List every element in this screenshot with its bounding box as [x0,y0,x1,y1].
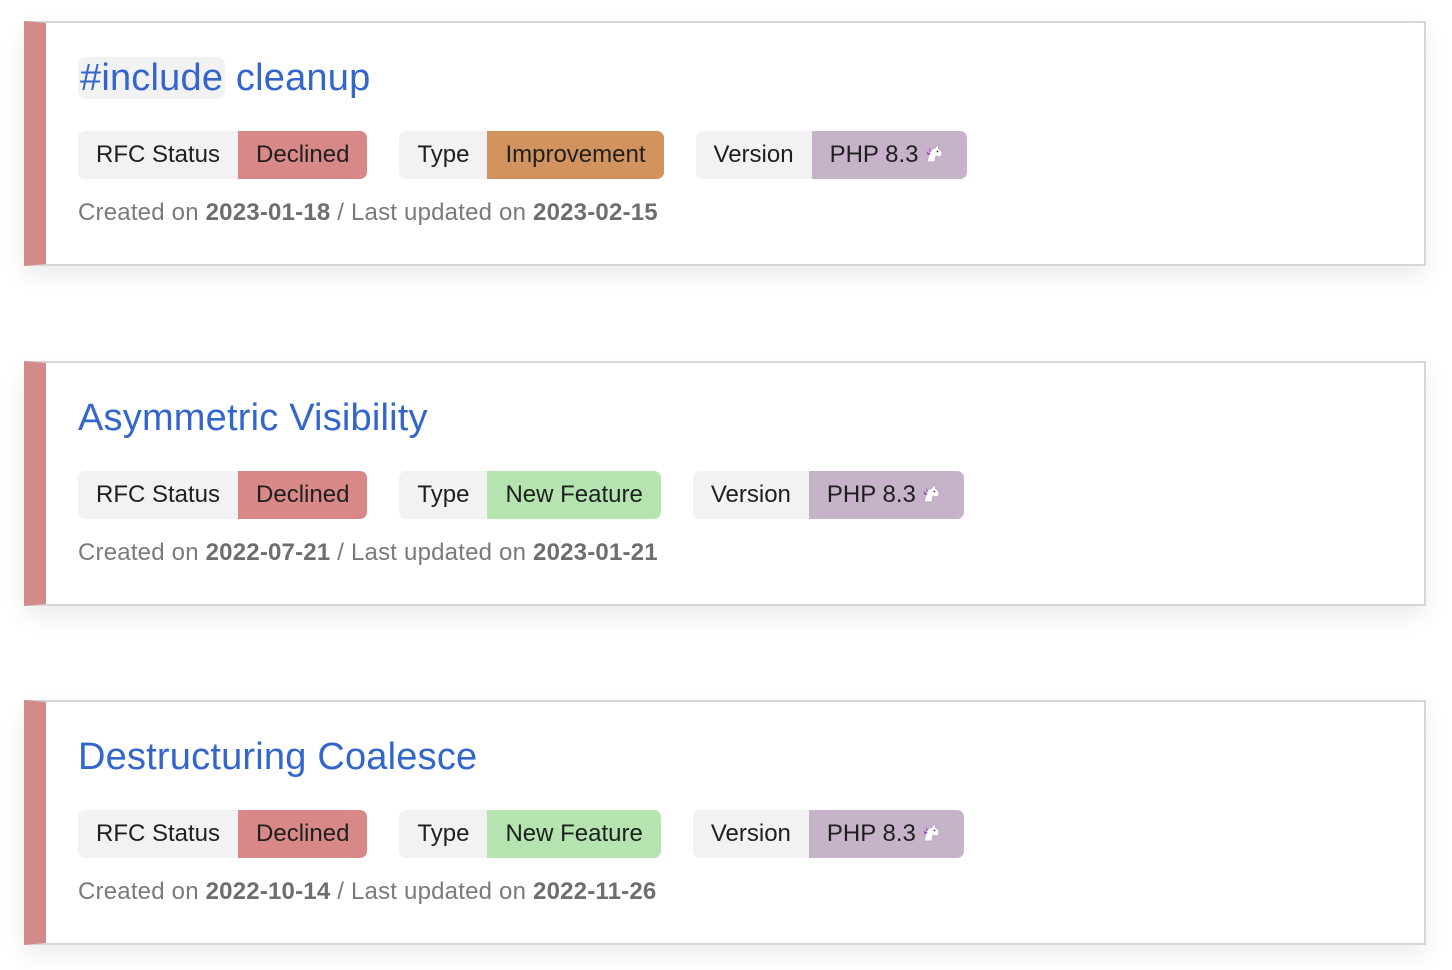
rfc-title-row: Destructuring Coalesce [78,732,477,782]
rfc-card: Asymmetric Visibility RFC Status Decline… [24,361,1426,606]
rfc-title-link[interactable]: #include cleanup [78,57,370,99]
updated-date: 2022-11-26 [533,878,657,905]
type-tag-key: Type [399,471,488,519]
version-tag[interactable]: Version PHP 8.3 [692,471,964,519]
status-tag-key: RFC Status [78,810,239,858]
rfc-dates: Created on 2023-01-18 / Last updated on … [78,199,658,227]
version-tag-key: Version [692,810,809,858]
type-tag-key: Type [399,810,488,858]
tag-row: RFC Status Declined Type New Feature Ver… [78,810,964,858]
version-tag-key: Version [695,131,812,179]
rfc-list: #include cleanup RFC Status Declined Typ… [0,0,1452,970]
created-label: Created on [78,539,199,566]
unicorn-icon [920,812,942,842]
status-tag[interactable]: RFC Status Declined [78,810,368,858]
rfc-title-row: #include cleanup [78,53,370,103]
rfc-card: Destructuring Coalesce RFC Status Declin… [24,700,1426,945]
version-tag-value: PHP 8.3 [811,131,967,179]
created-date: 2023-01-18 [205,199,331,226]
version-tag-key: Version [692,471,809,519]
type-tag-value: New Feature [487,810,661,858]
status-tag-value: Declined [238,131,368,179]
tag-row: RFC Status Declined Type Improvement Ver… [78,131,967,179]
updated-date: 2023-02-15 [533,199,658,226]
version-tag-value: PHP 8.3 [808,810,964,858]
version-text: PHP 8.3 [826,820,916,847]
status-tag[interactable]: RFC Status Declined [78,471,368,519]
rfc-title-link[interactable]: Asymmetric Visibility [78,397,428,439]
status-tag-key: RFC Status [78,471,239,519]
type-tag-value: New Feature [487,471,661,519]
version-tag[interactable]: Version PHP 8.3 [695,131,967,179]
rfc-title-text: cleanup [225,57,371,99]
rfc-title-code: #include [78,57,226,99]
status-tag-key: RFC Status [78,131,239,179]
updated-date: 2023-01-21 [533,539,658,566]
unicorn-icon [920,473,942,503]
updated-label: / Last updated on [337,199,527,226]
status-tag[interactable]: RFC Status Declined [78,131,368,179]
status-tag-value: Declined [238,471,368,519]
version-tag-value: PHP 8.3 [808,471,964,519]
updated-label: / Last updated on [337,878,527,905]
status-tag-value: Declined [238,810,368,858]
updated-label: / Last updated on [337,539,527,566]
created-date: 2022-07-21 [205,539,331,566]
rfc-title-link[interactable]: Destructuring Coalesce [78,736,477,778]
rfc-title-row: Asymmetric Visibility [78,393,428,443]
rfc-dates: Created on 2022-10-14 / Last updated on … [78,878,656,906]
unicorn-icon [923,133,945,163]
created-date: 2022-10-14 [205,878,331,905]
type-tag-value: Improvement [487,131,664,179]
rfc-dates: Created on 2022-07-21 / Last updated on … [78,539,658,567]
rfc-card: #include cleanup RFC Status Declined Typ… [24,21,1426,266]
type-tag[interactable]: Type New Feature [399,471,661,519]
type-tag[interactable]: Type Improvement [399,131,664,179]
tag-row: RFC Status Declined Type New Feature Ver… [78,471,964,519]
type-tag-key: Type [399,131,488,179]
version-tag[interactable]: Version PHP 8.3 [692,810,964,858]
type-tag[interactable]: Type New Feature [399,810,661,858]
created-label: Created on [78,878,199,905]
version-text: PHP 8.3 [829,141,919,168]
created-label: Created on [78,199,199,226]
version-text: PHP 8.3 [826,481,916,508]
